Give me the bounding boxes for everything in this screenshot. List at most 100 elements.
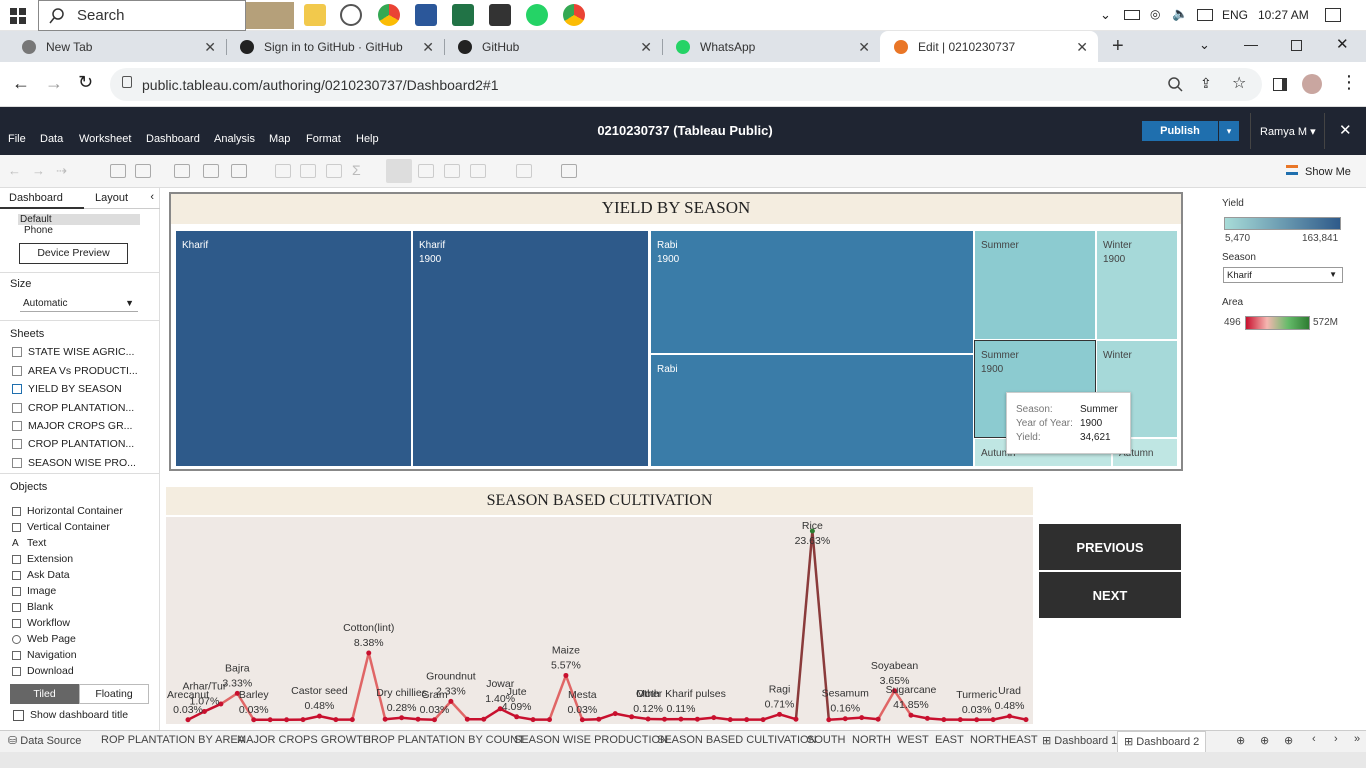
taskbar-search[interactable]: Search (38, 0, 246, 31)
treemap-cell[interactable]: Kharif 1900 (412, 230, 649, 467)
data-point[interactable] (974, 717, 980, 723)
publish-button[interactable]: Publish (1142, 121, 1218, 141)
scroll-right-icon[interactable]: › (1334, 733, 1338, 745)
treemap-cell[interactable]: Summer (974, 230, 1096, 340)
data-point[interactable] (842, 716, 848, 722)
data-point[interactable] (957, 717, 963, 723)
store-icon[interactable] (489, 4, 511, 26)
sheet-tab[interactable]: SEASON BASED CULTIVATION (657, 734, 817, 746)
new-worksheet-icon[interactable] (174, 164, 190, 178)
window-close-icon[interactable]: ✕ (1336, 35, 1349, 53)
data-point[interactable] (415, 716, 421, 722)
url-field[interactable]: public.tableau.com/authoring/0210230737/… (110, 68, 1262, 101)
device-preview-button[interactable]: Device Preview (19, 243, 128, 264)
close-icon[interactable]: ✕ (640, 39, 652, 56)
sheet-item[interactable]: YIELD BY SEASON (12, 383, 122, 395)
data-point[interactable] (366, 650, 372, 656)
data-point[interactable] (694, 716, 700, 722)
display-icon[interactable] (1197, 9, 1213, 21)
data-point[interactable] (563, 672, 569, 678)
data-point[interactable] (760, 717, 766, 723)
data-point[interactable] (316, 713, 322, 719)
show-me-button[interactable]: Show Me (1305, 166, 1351, 178)
clock[interactable]: 10:27 AM (1258, 8, 1309, 22)
close-editor-icon[interactable]: ✕ (1339, 121, 1352, 139)
data-point[interactable] (744, 717, 750, 723)
treemap-cell[interactable]: Winter 1900 (1096, 230, 1178, 340)
data-point[interactable] (514, 714, 520, 720)
data-point[interactable] (662, 716, 668, 722)
sheet-item[interactable]: MAJOR CROPS GR... (12, 420, 132, 432)
treemap-cell[interactable]: Kharif (175, 230, 412, 467)
publish-dropdown-icon[interactable]: ▾ (1219, 121, 1239, 141)
show-title-checkbox[interactable] (13, 710, 24, 721)
network-icon[interactable]: ◎ (1150, 7, 1160, 21)
close-icon[interactable]: ✕ (422, 39, 434, 56)
pause-updates-icon[interactable] (135, 164, 151, 178)
data-point[interactable] (300, 717, 306, 723)
tab-dashboard[interactable]: Dashboard (0, 188, 84, 209)
treemap-cell[interactable]: Rabi (650, 354, 974, 467)
sort-desc-icon[interactable] (326, 164, 342, 178)
user-menu[interactable]: Ramya M ▾ (1260, 125, 1316, 138)
tab-whatsapp[interactable]: WhatsApp ✕ (662, 31, 880, 62)
settings-icon[interactable] (340, 4, 362, 26)
device-default[interactable]: Default (18, 214, 140, 225)
data-point[interactable] (941, 717, 947, 723)
scroll-end-icon[interactable]: » (1354, 733, 1360, 745)
reload-icon[interactable]: ↻ (78, 72, 93, 93)
tab-data-source[interactable]: ⛁ Data Source (8, 734, 81, 747)
restore-icon[interactable] (1291, 40, 1302, 51)
data-point[interactable] (251, 717, 257, 723)
data-point[interactable] (596, 716, 602, 722)
device-phone[interactable]: Phone (24, 225, 53, 236)
presentation-icon[interactable] (516, 164, 532, 178)
notification-icon[interactable] (1325, 8, 1341, 22)
highlight-icon[interactable] (386, 159, 412, 183)
close-icon[interactable]: ✕ (204, 39, 216, 56)
data-point[interactable] (431, 717, 437, 723)
menu-analysis[interactable]: Analysis (214, 133, 255, 145)
swap-icon[interactable] (275, 164, 291, 178)
object-workflow[interactable]: Workflow (12, 617, 70, 629)
object-blank[interactable]: Blank (12, 601, 53, 613)
new-data-source-icon[interactable] (110, 164, 126, 178)
new-dashboard-tab-icon[interactable]: ⊕ (1260, 734, 1269, 747)
sheet-tab[interactable]: SEASON WISE PRODUCTION (514, 734, 668, 746)
data-point[interactable] (185, 717, 191, 723)
word-icon[interactable] (415, 4, 437, 26)
tab-search-icon[interactable]: ⌄ (1199, 37, 1210, 53)
totals-icon[interactable]: Σ (352, 162, 361, 178)
sheet-tab[interactable]: MAJOR CROPS GROWTH (237, 734, 371, 746)
sheet-item[interactable]: SEASON WISE PRO... (12, 457, 136, 469)
close-icon[interactable]: ✕ (858, 39, 870, 56)
data-point[interactable] (859, 715, 865, 721)
sort-asc-icon[interactable] (300, 164, 316, 178)
data-point[interactable] (349, 717, 355, 723)
duplicate-sheet-icon[interactable] (203, 164, 219, 178)
chrome-profile-icon[interactable] (563, 4, 585, 26)
season-based-cultivation-sheet[interactable]: Arecanut 0.03% Arhar/Tur 1.07% Bajra 3.33% Bar… (166, 517, 1033, 724)
tab-tableau-edit[interactable]: Edit | 0210230737 ✕ (880, 31, 1098, 62)
tiled-toggle[interactable]: Tiled (10, 684, 79, 704)
menu-map[interactable]: Map (269, 133, 290, 145)
clear-sheet-icon[interactable] (231, 164, 247, 178)
data-point[interactable] (1023, 717, 1029, 723)
floating-toggle[interactable]: Floating (79, 684, 149, 704)
sheet-tab[interactable]: CROP PLANTATION BY COUNT (363, 734, 525, 746)
object-download[interactable]: Download (12, 665, 74, 677)
data-point[interactable] (777, 711, 783, 717)
object-image[interactable]: Image (12, 585, 56, 597)
object-web-page[interactable]: Web Page (12, 633, 76, 645)
data-point[interactable] (629, 714, 635, 720)
menu-file[interactable]: File (8, 133, 26, 145)
data-point[interactable] (727, 717, 733, 723)
share-icon[interactable]: ⇪ (1200, 75, 1212, 92)
language-indicator[interactable]: ENG (1222, 8, 1248, 22)
data-point[interactable] (546, 717, 552, 723)
sheet-item[interactable]: STATE WISE AGRIC... (12, 346, 134, 358)
data-point[interactable] (284, 717, 290, 723)
forward-icon[interactable]: → (45, 73, 63, 94)
data-point[interactable] (908, 712, 914, 718)
data-point[interactable] (826, 717, 832, 723)
